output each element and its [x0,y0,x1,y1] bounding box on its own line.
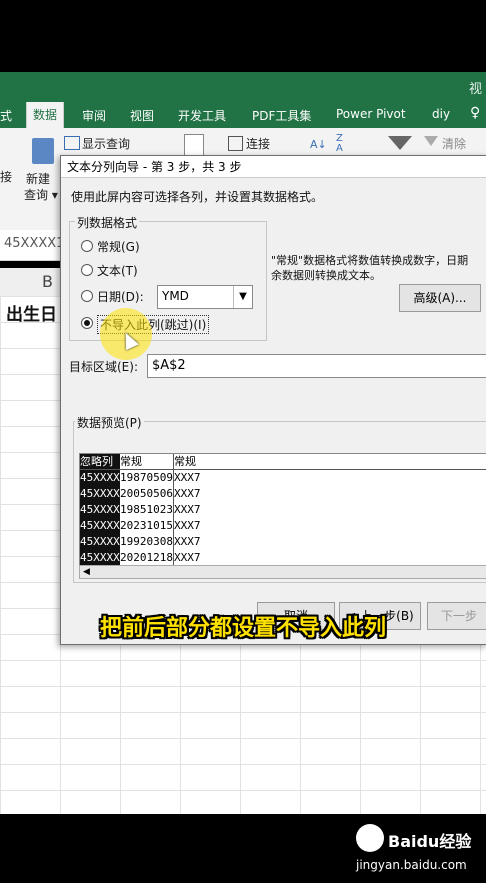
preview-cell: 19851023 [120,502,174,518]
date-format-select[interactable]: YMD ▼ [157,285,253,309]
radio-skip-column[interactable] [81,317,93,329]
preview-cell: 45XXXX [80,502,120,518]
tab-data[interactable]: 数据 [26,102,65,128]
watermark-url: jingyan.baidu.com [356,858,467,872]
radio-date-label[interactable]: 日期(D): [97,288,144,305]
preview-cell: 45XXXX [80,518,120,534]
text-to-columns-dialog: 文本分列向导 - 第 3 步，共 3 步 使用此屏内容可选择各列，并设置其数据格… [60,155,486,645]
tab-view[interactable]: 视图 [130,107,154,124]
video-caption: 把前后部分都设置不导入此列 [99,616,386,641]
preview-cell: XXX7 [174,503,201,516]
preview-cell: XXX7 [174,519,201,532]
column-format-label: 列数据格式 [75,214,140,231]
preview-cell: 20231015 [120,518,174,534]
tab-pdf-tools[interactable]: PDF工具集 [252,107,311,124]
radio-text-label[interactable]: 文本(T) [97,262,138,279]
tab-format-fragment[interactable]: 式 [0,107,12,124]
watermark-brand: Baidu经验 [388,832,472,851]
destination-label: 目标区域(E): [69,360,138,374]
scroll-left-arrow-icon[interactable]: ◀ [83,566,90,578]
preview-horizontal-scrollbar[interactable]: ◀ [79,565,486,579]
ribbon-left-fragment: 接 [0,170,13,184]
preview-cell: XXX7 [174,551,201,564]
window-title-fragment: 视 [468,82,482,97]
preview-cell: 45XXXX [80,486,120,502]
preview-cell: XXX7 [174,471,201,484]
preview-cell: 20050506 [120,486,174,502]
lightbulb-icon[interactable]: ♀ [470,105,480,121]
clear-filter-icon [424,136,438,146]
format-note-line1: "常规"数据格式将数值转换成数字，日期 [271,254,469,267]
preview-cell: 45XXXX [80,534,120,550]
connections-icon [228,136,243,151]
bottom-letterbox: Baidu经验 jingyan.baidu.com [0,814,486,883]
column-b-header[interactable]: B [42,272,53,291]
sort-za-icon[interactable]: ZA [336,134,343,154]
preview-cell: 45XXXX [80,470,120,486]
preview-cell: 45XXXX [80,550,120,566]
sort-az-icon[interactable]: A↓ [310,138,327,151]
database-icon [32,138,54,164]
preview-cell: XXX7 [174,535,201,548]
excel-title-bar: 视 [0,72,486,102]
ribbon-tabs: 式 数据 审阅 视图 开发工具 PDF工具集 Power Pivot diy ♀ [0,102,486,128]
chevron-down-icon[interactable]: ▼ [233,286,252,308]
new-query-dropdown[interactable]: 查询 ▾ [24,186,58,203]
date-format-value: YMD [162,289,189,303]
radio-text[interactable] [81,264,93,276]
filter-icon[interactable] [388,136,412,150]
clear-button[interactable]: 清除 [442,135,466,152]
destination-value: $A$2 [152,358,186,373]
name-box[interactable]: 45XXXX1 [4,236,64,251]
connections-button[interactable]: 连接 [246,135,270,152]
cell-birthdate-header[interactable]: 出生日 [6,300,57,325]
preview-cell: 20201218 [120,550,174,566]
destination-input[interactable]: $A$2 [147,354,486,378]
table-icon [64,136,80,150]
preview-header-general-1[interactable]: 常规 [120,454,174,469]
dialog-instruction: 使用此屏内容可选择各列，并设置其数据格式。 [71,190,324,204]
radio-date[interactable] [81,290,93,302]
format-note-line2: 余数据则转换成文本。 [271,269,381,282]
preview-cell: 19920308 [120,534,174,550]
show-query-button[interactable]: 显示查询 [82,135,130,152]
tab-power-pivot[interactable]: Power Pivot [336,107,406,121]
dialog-title: 文本分列向导 - 第 3 步，共 3 步 [61,156,486,178]
radio-general-label[interactable]: 常规(G) [97,238,140,255]
preview-cell: XXX7 [174,487,201,500]
preview-cell: 19870509 [120,470,174,486]
tab-review[interactable]: 审阅 [82,107,106,124]
data-preview-table[interactable]: 忽略列 常规 常规 45XXXX 19870509 XXX7 45XXXX 20… [79,453,486,567]
tab-developer[interactable]: 开发工具 [178,107,226,124]
tab-diy[interactable]: diy [432,107,450,121]
baidu-paw-icon [356,824,384,852]
preview-header-skip[interactable]: 忽略列 [80,454,120,469]
new-query-label[interactable]: 新建 [26,170,50,187]
radio-general[interactable] [81,240,93,252]
advanced-button[interactable]: 高级(A)... [399,284,481,312]
data-preview-label: 数据预览(P) [75,414,144,431]
preview-header-general-2[interactable]: 常规 [174,454,214,469]
